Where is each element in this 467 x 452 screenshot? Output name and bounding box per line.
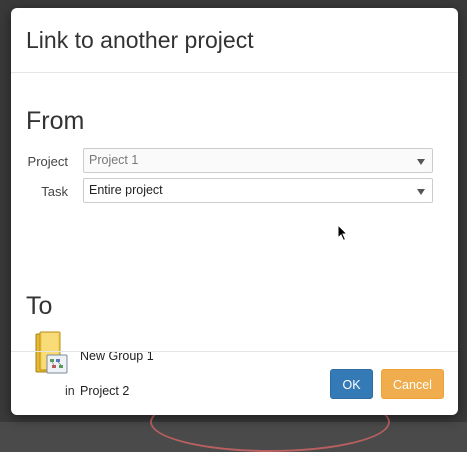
- mouse-cursor-icon: [337, 224, 349, 242]
- to-heading: To: [26, 292, 53, 320]
- ok-button[interactable]: OK: [330, 369, 373, 399]
- chevron-down-icon: [417, 189, 425, 195]
- dialog-header: Link to another project: [11, 8, 458, 73]
- project-label: Project: [27, 154, 68, 169]
- dialog-body: From Project Project 1 Task Entire proje…: [11, 73, 458, 398]
- task-select-value: Entire project: [89, 183, 163, 197]
- link-project-dialog: Link to another project From Project Pro…: [11, 8, 458, 415]
- dialog-footer: OK Cancel: [11, 351, 458, 415]
- project-row: Project Project 1: [11, 148, 458, 174]
- dialog-title: Link to another project: [26, 27, 254, 53]
- cancel-button[interactable]: Cancel: [381, 369, 444, 399]
- task-label: Task: [41, 184, 68, 199]
- project-select-value: Project 1: [89, 153, 139, 167]
- chevron-down-icon: [417, 159, 425, 165]
- task-row: Task Entire project: [11, 178, 458, 204]
- task-select[interactable]: Entire project: [83, 178, 433, 203]
- from-heading: From: [26, 107, 85, 135]
- project-select[interactable]: Project 1: [83, 148, 433, 173]
